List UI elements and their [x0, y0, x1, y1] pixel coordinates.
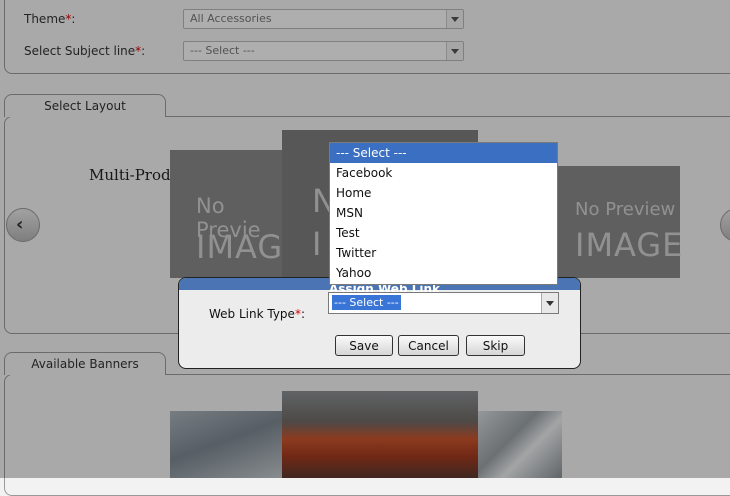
chevron-down-icon[interactable] [541, 293, 558, 313]
skip-button[interactable]: Skip [466, 335, 525, 356]
dropdown-option[interactable]: Yahoo [330, 263, 557, 283]
web-link-type-label: Web Link Type*: [209, 307, 305, 321]
dropdown-option[interactable]: Facebook [330, 163, 557, 183]
web-link-type-dropdown-list: --- Select --- Facebook Home MSN Test Tw… [329, 142, 558, 285]
dropdown-option[interactable]: Twitter [330, 243, 557, 263]
dropdown-option[interactable]: Home [330, 183, 557, 203]
dropdown-option[interactable]: --- Select --- [330, 143, 557, 163]
dropdown-option[interactable]: Test [330, 223, 557, 243]
save-button[interactable]: Save [335, 335, 393, 356]
web-link-type-select[interactable]: --- Select --- [328, 292, 559, 314]
assign-web-link-dialog: Assign Web Link Web Link Type*: Save Can… [178, 277, 581, 369]
cancel-button[interactable]: Cancel [398, 335, 459, 356]
dropdown-option[interactable]: MSN [330, 203, 557, 223]
web-link-type-select-value: --- Select --- [332, 295, 401, 310]
